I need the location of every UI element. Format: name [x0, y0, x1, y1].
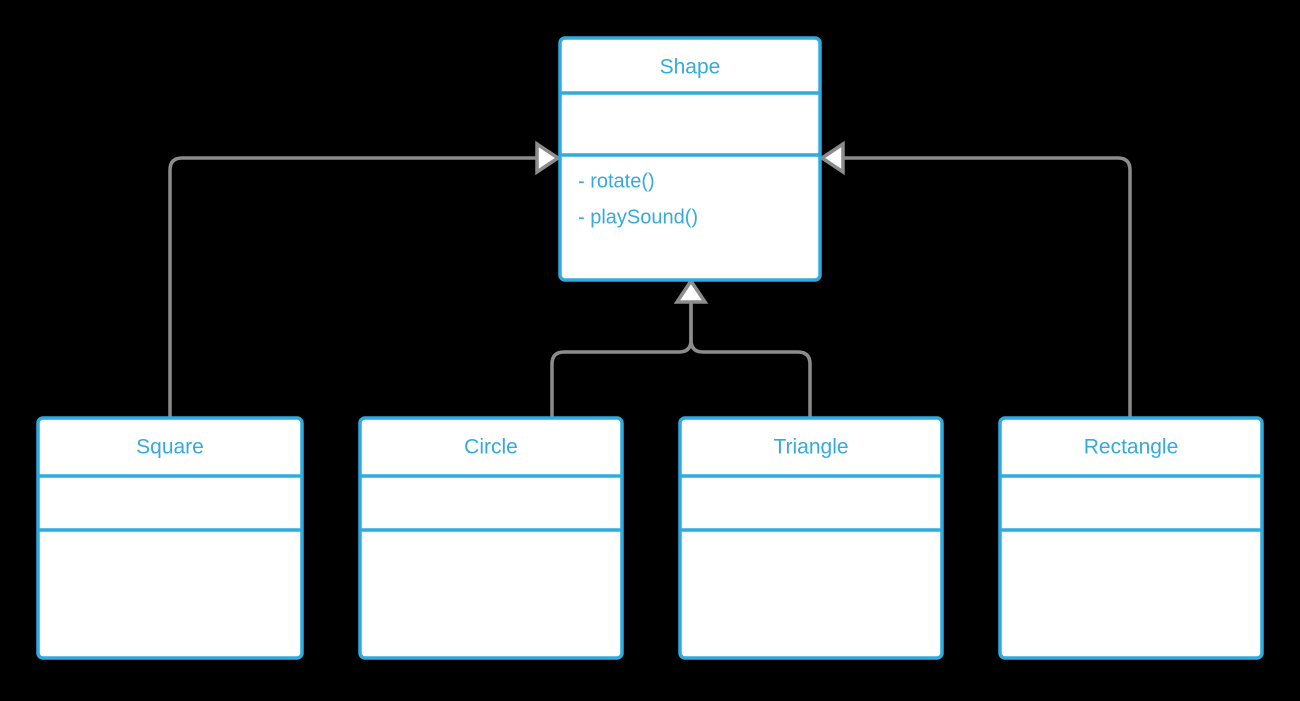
rectangle-class-name: Rectangle — [1084, 436, 1179, 459]
circle-class-name: Circle — [464, 436, 518, 459]
class-box-square[interactable]: Square — [36, 416, 304, 660]
shape-method-1: - playSound() — [578, 206, 698, 228]
generalization-arrowhead-left-icon — [535, 140, 562, 176]
triangle-class-name: Triangle — [773, 436, 848, 459]
generalization-arrowhead-bottom-icon — [673, 277, 709, 304]
class-box-triangle[interactable]: Triangle — [678, 416, 944, 660]
class-box-rectangle[interactable]: Rectangle — [998, 416, 1264, 660]
shape-method-0: - rotate() — [578, 170, 655, 192]
generalization-arrowhead-right-icon — [818, 140, 845, 176]
generalization-circle-to-shape — [550, 298, 693, 418]
class-box-shape[interactable]: Shape - rotate() - playSound() — [558, 36, 822, 282]
generalization-rectangle-to-shape — [838, 156, 1132, 418]
generalization-square-to-shape — [168, 156, 542, 418]
uml-class-diagram: Shape - rotate() - playSound() Square Ci… — [0, 0, 1300, 701]
class-box-circle[interactable]: Circle — [358, 416, 624, 660]
shape-class-name: Shape — [660, 56, 721, 79]
generalization-triangle-to-shape — [689, 298, 812, 418]
square-class-name: Square — [136, 436, 204, 459]
diagram-canvas: Shape - rotate() - playSound() Square Ci… — [36, 36, 1264, 660]
